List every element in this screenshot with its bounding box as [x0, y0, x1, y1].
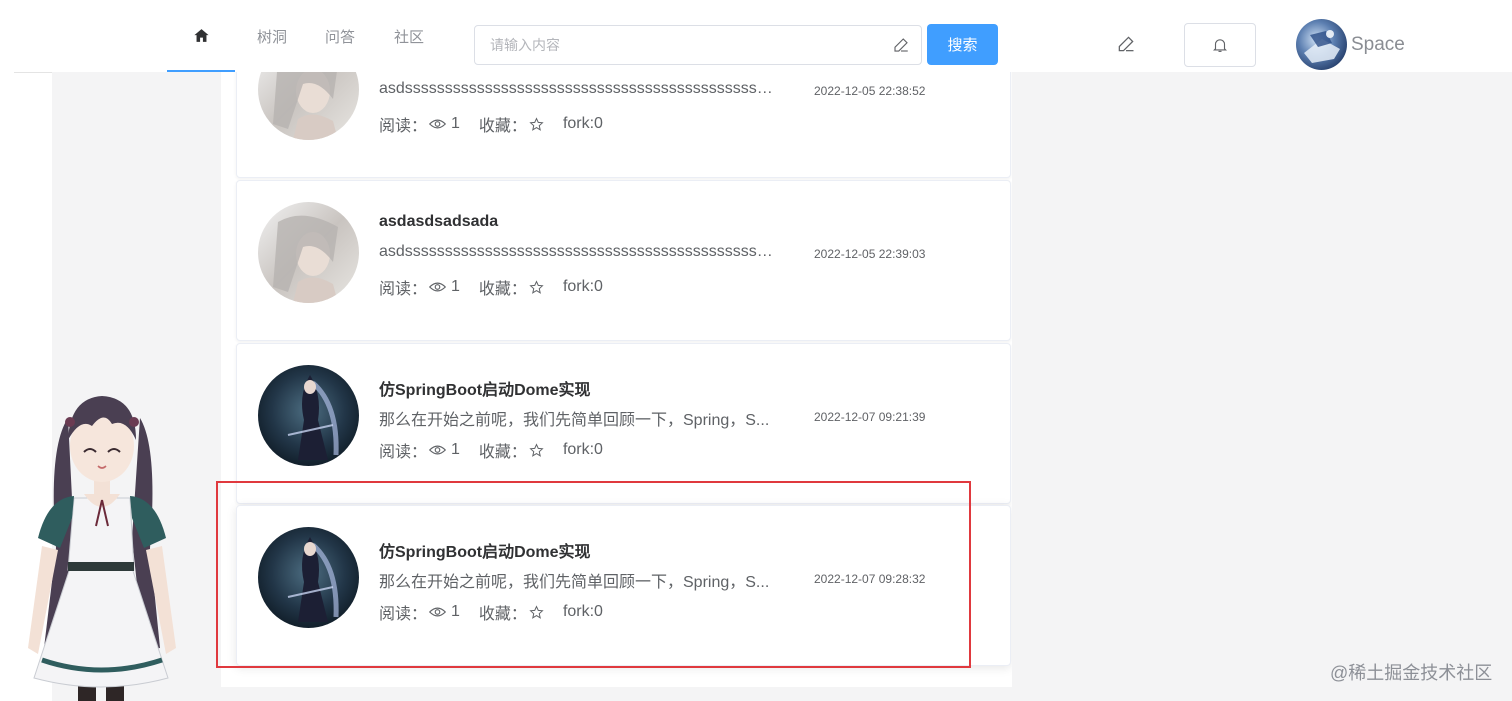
- eye-icon: [429, 119, 447, 129]
- star-icon[interactable]: [529, 442, 544, 458]
- eye-icon: [429, 282, 447, 292]
- eye-icon: [429, 445, 447, 455]
- nav-treehole[interactable]: 树洞: [250, 0, 294, 72]
- post-time: 2022-12-07 09:28:32: [814, 572, 926, 586]
- post-title[interactable]: 仿SpringBoot启动Dome实现: [379, 538, 591, 562]
- view-count: 1: [451, 115, 460, 132]
- fork-count: fork:0: [562, 278, 603, 295]
- view-count: 1: [451, 278, 460, 295]
- post-card[interactable]: 仿SpringBoot启动Dome实现 那么在开始之前呢，我们先简单回顾一下，S…: [236, 343, 1011, 504]
- favorite-label: 收藏：: [478, 118, 527, 135]
- notification-button[interactable]: [1184, 23, 1256, 67]
- fork-count: fork:0: [562, 603, 603, 620]
- favorite-label: 收藏：: [478, 444, 527, 461]
- bell-icon: [1213, 39, 1227, 52]
- author-avatar: [258, 72, 359, 140]
- post-time: 2022-12-07 09:21:39: [814, 410, 926, 424]
- write-icon[interactable]: [1116, 34, 1136, 54]
- author-avatar: [258, 202, 359, 303]
- post-card[interactable]: 仿SpringBoot启动Dome实现 那么在开始之前呢，我们先简单回顾一下，S…: [236, 505, 1011, 666]
- post-summary: asdsssssssssssssssssssssssssssssssssssss…: [379, 243, 779, 260]
- post-feed: asdsssssssssssssssssssssssssssssssssssss…: [221, 72, 1012, 687]
- post-meta: 阅读： 1 收藏： fork:0: [379, 275, 603, 299]
- favorite-label: 收藏：: [478, 281, 527, 298]
- view-count: 1: [451, 441, 460, 458]
- watermark: @稀土掘金技术社区: [1330, 663, 1493, 683]
- home-icon: [193, 28, 209, 42]
- read-label: 阅读：: [379, 444, 428, 461]
- author-avatar: [258, 365, 359, 466]
- user-avatar[interactable]: [1296, 19, 1347, 70]
- top-navbar: 树洞 问答 社区 搜索 Space: [0, 0, 1512, 72]
- author-avatar: [258, 527, 359, 628]
- fork-count: fork:0: [562, 115, 603, 132]
- search-box: [474, 25, 922, 65]
- post-card[interactable]: asdsssssssssssssssssssssssssssssssssssss…: [236, 72, 1011, 178]
- nav-qa[interactable]: 问答: [318, 0, 362, 72]
- read-label: 阅读：: [379, 118, 428, 135]
- view-count: 1: [451, 603, 460, 620]
- eye-icon: [429, 607, 447, 617]
- edit-icon[interactable]: [892, 36, 910, 54]
- post-time: 2022-12-05 22:39:03: [814, 247, 926, 261]
- star-icon[interactable]: [529, 279, 544, 295]
- favorite-label: 收藏：: [478, 606, 527, 623]
- search-button[interactable]: 搜索: [927, 24, 998, 65]
- post-meta: 阅读： 1 收藏： fork:0: [379, 112, 603, 136]
- post-summary: 那么在开始之前呢，我们先简单回顾一下，Spring，S...: [379, 412, 770, 429]
- search-input[interactable]: [475, 26, 875, 64]
- post-summary: 那么在开始之前呢，我们先简单回顾一下，Spring，S...: [379, 574, 770, 591]
- read-label: 阅读：: [379, 281, 428, 298]
- read-label: 阅读：: [379, 606, 428, 623]
- post-meta: 阅读： 1 收藏： fork:0: [379, 438, 603, 462]
- post-card[interactable]: asdasdsadsada asdsssssssssssssssssssssss…: [236, 180, 1011, 341]
- star-icon[interactable]: [529, 116, 544, 132]
- nav-community[interactable]: 社区: [387, 0, 431, 72]
- post-meta: 阅读： 1 收藏： fork:0: [379, 600, 603, 624]
- divider: [14, 72, 52, 73]
- post-title[interactable]: 仿SpringBoot启动Dome实现: [379, 376, 591, 400]
- star-icon[interactable]: [529, 604, 544, 620]
- user-name[interactable]: Space: [1351, 34, 1405, 56]
- post-title[interactable]: asdasdsadsada: [379, 213, 498, 231]
- fork-count: fork:0: [562, 441, 603, 458]
- nav-home[interactable]: [167, 0, 235, 72]
- mascot-character[interactable]: [8, 388, 194, 701]
- post-time: 2022-12-05 22:38:52: [814, 84, 926, 98]
- post-summary: asdsssssssssssssssssssssssssssssssssssss…: [379, 80, 779, 97]
